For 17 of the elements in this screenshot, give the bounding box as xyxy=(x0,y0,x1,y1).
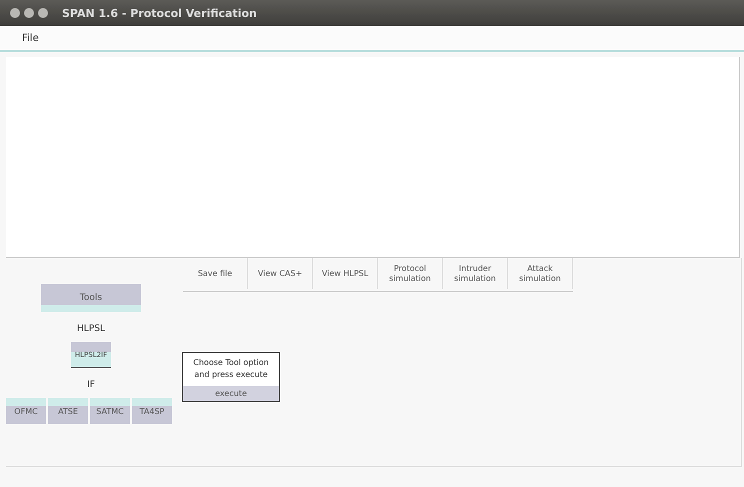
instruction-text: Choose Tool option and press execute xyxy=(192,356,270,382)
action-button[interactable]: Protocol simulation xyxy=(378,258,443,290)
backend-button[interactable]: SATMC xyxy=(90,398,130,424)
backend-button[interactable]: ATSE xyxy=(48,398,88,424)
action-button[interactable]: Save file xyxy=(183,258,248,290)
source-label: HLPSL xyxy=(77,324,105,334)
backend-button[interactable]: TA4SP xyxy=(132,398,172,424)
execute-button[interactable]: execute xyxy=(183,386,279,402)
action-button[interactable]: Intruder simulation xyxy=(443,258,508,290)
menu-item[interactable]: File xyxy=(22,32,39,44)
action-button[interactable]: View HLPSL xyxy=(313,258,378,290)
target-label: IF xyxy=(87,380,95,390)
action-button[interactable]: View CAS+ xyxy=(248,258,313,290)
action-button[interactable]: Attack simulation xyxy=(508,258,573,290)
window-title: SPAN 1.6 - Protocol Verification xyxy=(62,6,257,20)
tools-button[interactable]: Tools xyxy=(41,284,141,312)
backend-button[interactable]: OFMC xyxy=(6,398,46,424)
